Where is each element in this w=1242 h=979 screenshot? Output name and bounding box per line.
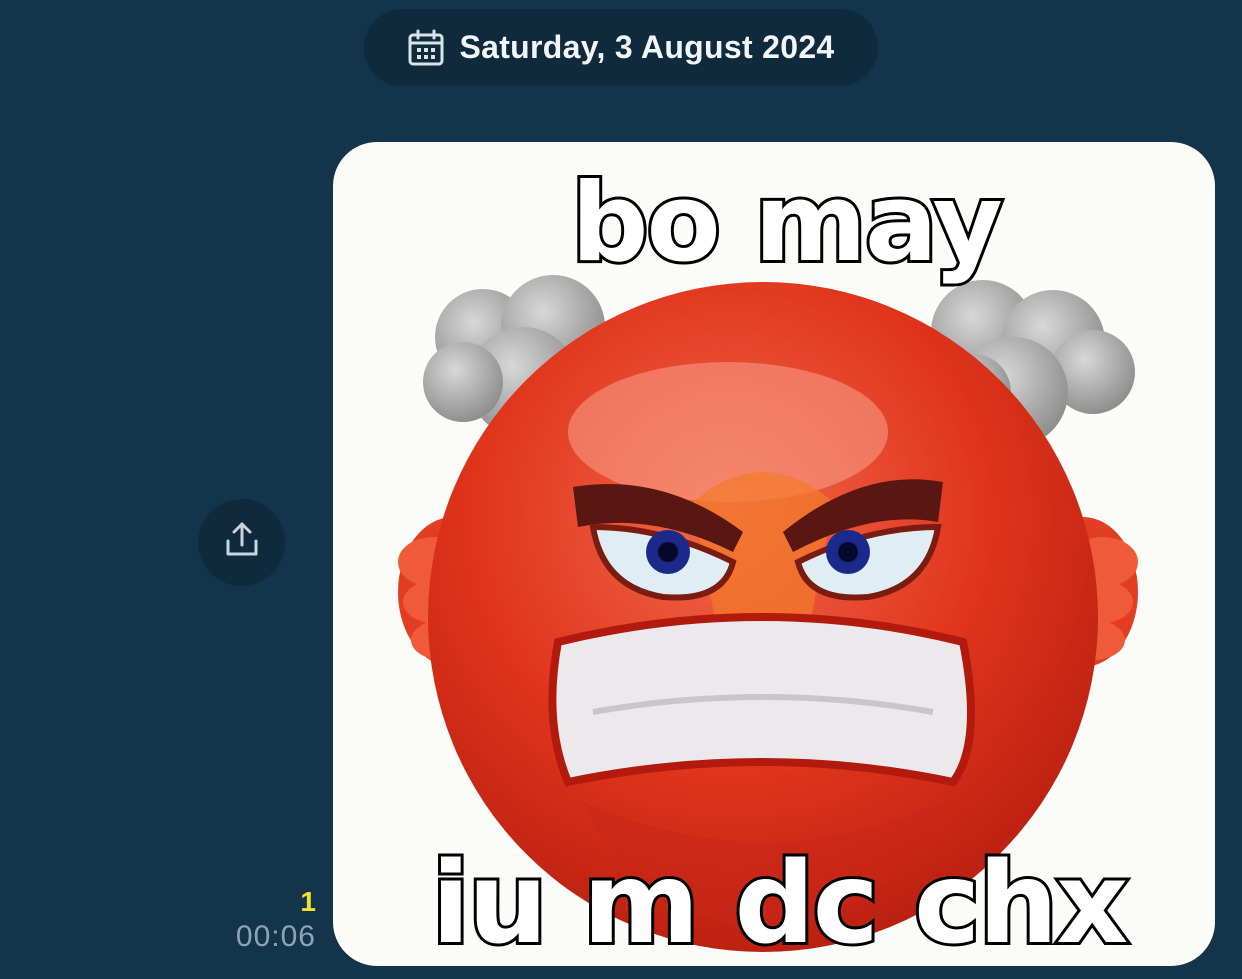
message-meta: 1 00:06 — [236, 885, 316, 955]
sticker-message[interactable]: bo may iu m dc chx — [333, 142, 1215, 966]
message-time: 00:06 — [235, 920, 316, 953]
share-upload-icon — [222, 520, 262, 565]
sticker-caption-bottom: iu m dc chx — [429, 839, 1132, 966]
sticker-caption-top: bo may — [568, 161, 1006, 287]
share-button[interactable] — [198, 499, 285, 586]
calendar-icon — [407, 29, 445, 67]
read-count: 1 — [300, 886, 316, 917]
date-separator: Saturday, 3 August 2024 — [364, 9, 878, 86]
chat-view: Saturday, 3 August 2024 1 00:06 bo may i… — [0, 0, 1242, 979]
date-label: Saturday, 3 August 2024 — [459, 29, 835, 65]
